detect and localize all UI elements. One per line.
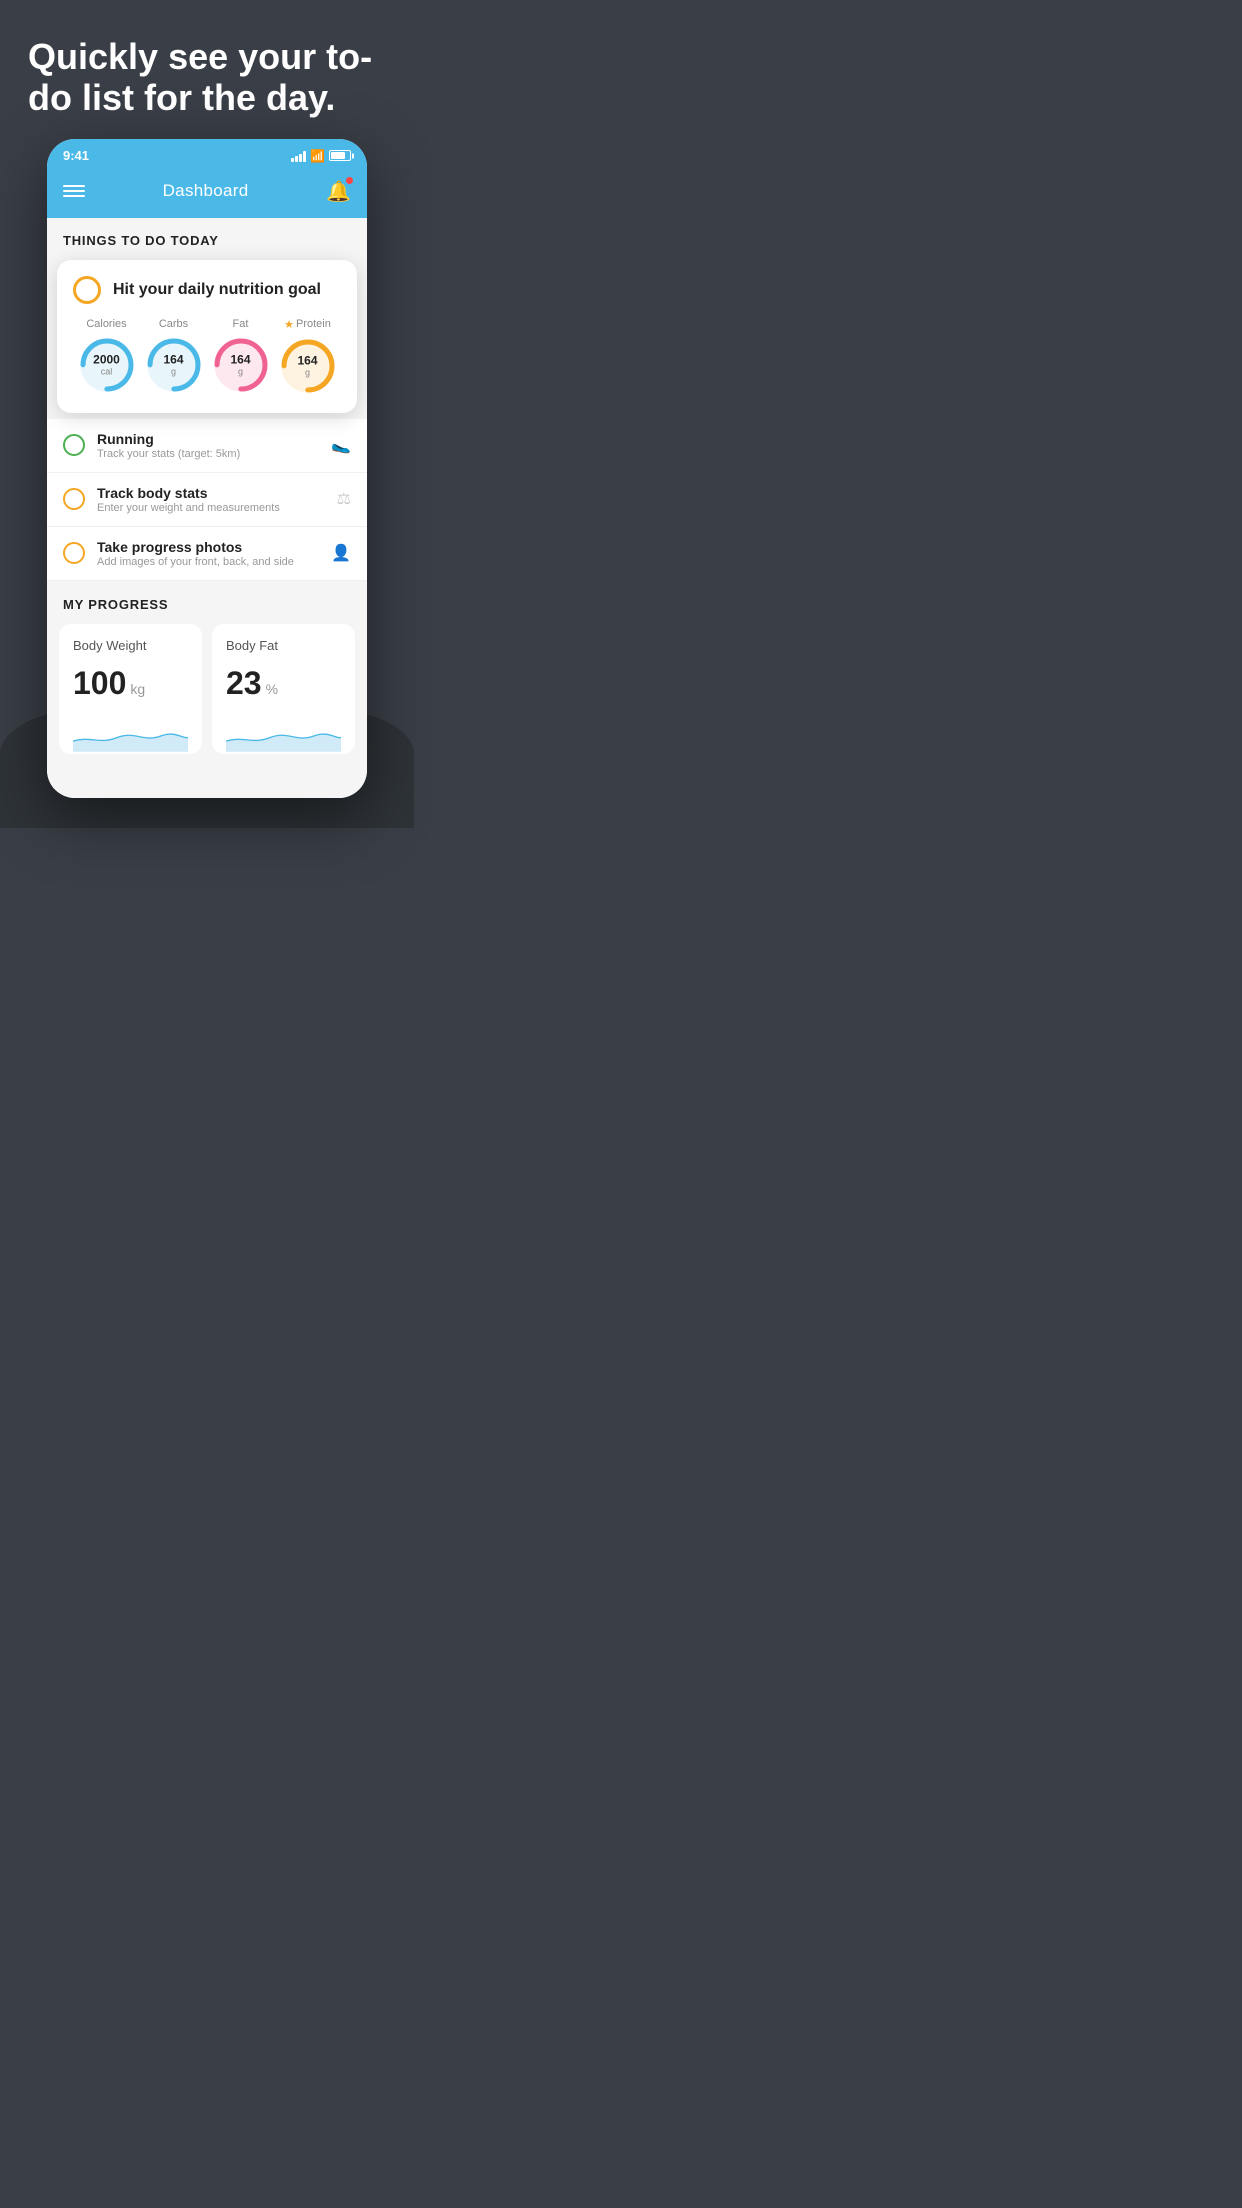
- todo-text: RunningTrack your stats (target: 5km): [97, 431, 319, 460]
- ring-label: Calories: [86, 318, 126, 330]
- signal-icon: [291, 150, 306, 162]
- battery-icon: [329, 150, 351, 161]
- todo-text: Take progress photosAdd images of your f…: [97, 539, 319, 568]
- ring-number: 164: [297, 354, 317, 367]
- notification-button[interactable]: 🔔: [326, 179, 351, 204]
- status-time: 9:41: [63, 148, 89, 163]
- progress-number: 100: [73, 665, 126, 702]
- progress-number: 23: [226, 665, 262, 702]
- todo-text: Track body statsEnter your weight and me…: [97, 485, 325, 514]
- ring-value: 164g: [230, 353, 250, 376]
- todo-item[interactable]: Track body statsEnter your weight and me…: [47, 473, 367, 527]
- progress-card[interactable]: Body Fat 23%: [212, 624, 355, 754]
- today-section-title: THINGS TO DO TODAY: [63, 233, 219, 248]
- todo-name: Running: [97, 431, 319, 447]
- app-header: Dashboard 🔔: [47, 169, 367, 218]
- today-section-header: THINGS TO DO TODAY: [47, 218, 367, 260]
- nutrition-card: Hit your daily nutrition goal Calories 20…: [57, 260, 357, 413]
- progress-chart: [226, 714, 341, 754]
- nutrition-circle-check[interactable]: [73, 276, 101, 304]
- progress-value-row: 100kg: [73, 665, 188, 702]
- todo-sub: Enter your weight and measurements: [97, 502, 325, 514]
- todo-circle[interactable]: [63, 434, 85, 456]
- nutrition-ring-item: Fat 164g: [212, 318, 270, 395]
- todo-name: Take progress photos: [97, 539, 319, 555]
- ring-label: Carbs: [159, 318, 188, 330]
- todo-type-icon: ⚖: [337, 489, 351, 509]
- ring-unit: cal: [93, 366, 120, 376]
- ring-number: 2000: [93, 353, 120, 366]
- ring-number: 164: [230, 353, 250, 366]
- nutrition-ring-item: Carbs 164g: [145, 318, 203, 395]
- todo-circle[interactable]: [63, 542, 85, 564]
- progress-value-row: 23%: [226, 665, 341, 702]
- ring-unit: g: [163, 366, 183, 376]
- ring-label: ★ Protein: [284, 318, 331, 331]
- hero-title: Quickly see your to-do list for the day.: [28, 36, 386, 119]
- ring-number: 164: [163, 353, 183, 366]
- todo-sub: Add images of your front, back, and side: [97, 556, 319, 568]
- todo-type-icon: 👤: [331, 543, 351, 563]
- todo-item[interactable]: Take progress photosAdd images of your f…: [47, 527, 367, 581]
- todo-list: RunningTrack your stats (target: 5km) 🥿 Tr…: [47, 419, 367, 581]
- progress-chart: [73, 714, 188, 754]
- ring-value: 164g: [297, 354, 317, 377]
- status-icons: 📶: [291, 149, 351, 163]
- todo-name: Track body stats: [97, 485, 325, 501]
- progress-section-title: MY PROGRESS: [59, 597, 355, 612]
- progress-unit: %: [266, 681, 278, 697]
- phone-content: THINGS TO DO TODAY Hit your daily nutrit…: [47, 218, 367, 798]
- ring-svg: 164g: [279, 337, 337, 395]
- progress-cards: Body Weight 100kg Body Fat 23%: [59, 624, 355, 754]
- phone-wrapper: 9:41 📶: [0, 139, 414, 828]
- star-icon: ★: [284, 318, 294, 331]
- todo-type-icon: 🥿: [331, 435, 351, 455]
- ring-value: 164g: [163, 353, 183, 376]
- phone-frame: 9:41 📶: [47, 139, 367, 798]
- header-title: Dashboard: [163, 181, 249, 201]
- status-bar: 9:41 📶: [47, 139, 367, 169]
- progress-card[interactable]: Body Weight 100kg: [59, 624, 202, 754]
- ring-svg: 2000cal: [78, 336, 136, 394]
- ring-unit: g: [297, 367, 317, 377]
- ring-svg: 164g: [212, 336, 270, 394]
- progress-card-title: Body Weight: [73, 638, 188, 653]
- ring-label: Fat: [233, 318, 249, 330]
- nutrition-ring-item: ★ Protein 164g: [279, 318, 337, 395]
- nutrition-rings: Calories2000calCarbs164gFat164g★ Protein…: [73, 318, 341, 395]
- menu-button[interactable]: [63, 185, 85, 197]
- progress-card-title: Body Fat: [226, 638, 341, 653]
- progress-unit: kg: [130, 681, 145, 697]
- wifi-icon: 📶: [310, 149, 325, 163]
- nutrition-card-header: Hit your daily nutrition goal: [73, 276, 341, 304]
- nutrition-card-title: Hit your daily nutrition goal: [113, 281, 321, 299]
- ring-unit: g: [230, 366, 250, 376]
- hero-section: Quickly see your to-do list for the day.: [0, 0, 414, 139]
- todo-circle[interactable]: [63, 488, 85, 510]
- todo-sub: Track your stats (target: 5km): [97, 448, 319, 460]
- nutrition-ring-item: Calories 2000cal: [78, 318, 136, 395]
- todo-item[interactable]: RunningTrack your stats (target: 5km) 🥿: [47, 419, 367, 473]
- progress-section: MY PROGRESS Body Weight 100kg Body Fat 23%: [47, 581, 367, 770]
- notification-badge: [346, 177, 353, 184]
- ring-svg: 164g: [145, 336, 203, 394]
- ring-value: 2000cal: [93, 353, 120, 376]
